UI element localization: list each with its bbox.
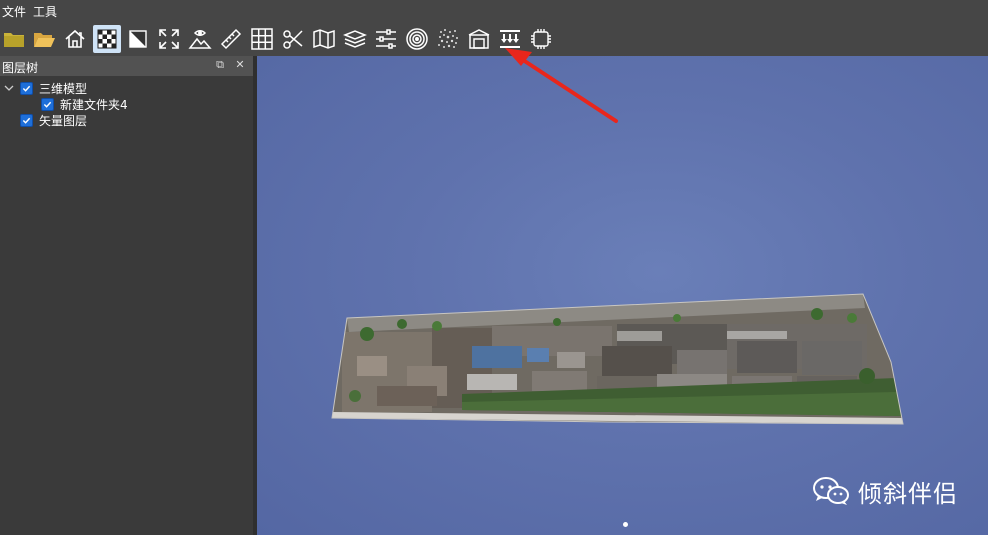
layer-panel-header: 图层树 ⧉ ✕ <box>0 56 253 76</box>
open-folder-icon[interactable] <box>30 25 58 53</box>
fullscreen-icon[interactable] <box>155 25 183 53</box>
check-icon <box>43 101 52 108</box>
menu-bar: 文件 工具 <box>0 0 988 22</box>
checker-icon[interactable] <box>93 25 121 53</box>
3d-viewport[interactable]: 倾斜伴侣 <box>257 56 988 535</box>
layers-icon[interactable] <box>341 25 369 53</box>
cube-icon[interactable] <box>527 25 555 53</box>
terrain-eye-icon[interactable] <box>186 25 214 53</box>
noise-icon[interactable] <box>434 25 462 53</box>
sliders-icon[interactable] <box>372 25 400 53</box>
watermark-text: 倾斜伴侣 <box>858 480 958 508</box>
float-panel-icon[interactable]: ⧉ <box>214 59 226 71</box>
scissors-icon[interactable] <box>279 25 307 53</box>
layer-checkbox[interactable] <box>20 113 33 127</box>
check-icon <box>22 85 31 92</box>
toolbar <box>0 22 988 56</box>
wechat-icon <box>813 476 849 505</box>
pivot-marker <box>623 522 628 527</box>
layer-panel: 图层树 ⧉ ✕ 三维模型 新建文件夹4 矢量图层 <box>0 56 254 535</box>
menu-tools[interactable]: 工具 <box>33 3 57 20</box>
grid-icon[interactable] <box>248 25 276 53</box>
tree-item-3d-model[interactable]: 三维模型 <box>4 80 87 96</box>
tree-item-label: 三维模型 <box>39 81 88 96</box>
target-icon[interactable] <box>403 25 431 53</box>
oblique-3d-model <box>331 293 904 425</box>
map-icon[interactable] <box>310 25 338 53</box>
building-icon[interactable] <box>465 25 493 53</box>
tree-item-folder[interactable]: 新建文件夹4 <box>41 96 128 112</box>
tree-item-label: 矢量图层 <box>39 113 88 128</box>
menu-file[interactable]: 文件 <box>2 3 26 20</box>
tree-item-label: 新建文件夹4 <box>60 97 128 112</box>
check-icon <box>22 117 31 124</box>
home-icon[interactable] <box>61 25 89 53</box>
chevron-down-icon[interactable] <box>4 83 14 93</box>
folder-icon[interactable] <box>0 25 28 53</box>
ruler-icon[interactable] <box>217 25 245 53</box>
tree-item-vector-layer[interactable]: 矢量图层 <box>20 112 87 128</box>
layer-panel-title: 图层树 <box>2 61 39 75</box>
layer-checkbox[interactable] <box>41 97 54 111</box>
diagonal-square-icon[interactable] <box>124 25 152 53</box>
layer-checkbox[interactable] <box>20 81 33 95</box>
elevation-icon[interactable] <box>496 25 524 53</box>
close-panel-icon[interactable]: ✕ <box>234 59 246 71</box>
watermark: 倾斜伴侣 <box>812 474 958 509</box>
